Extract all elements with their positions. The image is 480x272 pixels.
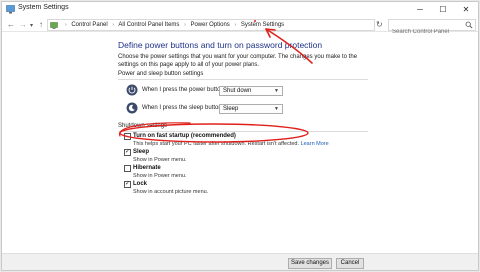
sleep-option-description: Show in Power menu. [133,157,187,163]
sleep-button-icon [126,102,138,114]
control-panel-icon [6,5,15,14]
power-button-value: Shut down [223,88,252,94]
chevron-down-icon: ▼ [274,106,279,112]
breadcrumb-all-items[interactable]: All Control Panel Items [118,22,179,28]
page-title: Define power buttons and turn on passwor… [118,40,323,50]
back-button[interactable]: ← [7,19,15,31]
lock-option-description: Show in account picture menu. [133,189,209,195]
system-settings-window: System Settings ─ ☐ ✕ ← → ▾ ↑ › Control … [1,1,479,271]
maximize-button[interactable]: ☐ [431,2,455,18]
sleep-checkbox[interactable]: ✓ [124,149,131,156]
checkmark-icon: ✓ [125,181,131,187]
section-divider [118,131,368,132]
chevron-down-icon: ▼ [274,88,279,94]
power-section-label: Power and sleep button settings [118,71,204,77]
power-button-label: When I press the power button: [142,87,226,93]
save-changes-button[interactable]: Save changes [288,258,332,269]
window-title: System Settings [18,4,69,11]
fast-startup-description-text: This helps start your PC faster after sh… [133,141,300,147]
section-divider [118,79,368,80]
up-button[interactable]: ↑ [39,19,43,31]
power-button-select[interactable]: Shut down ▼ [219,86,283,96]
hibernate-option-label[interactable]: Hibernate [133,165,161,171]
shutdown-section-label: Shutdown settings [118,123,168,129]
breadcrumb-system-settings[interactable]: System Settings [241,22,284,28]
control-panel-icon [50,22,58,29]
search-icon[interactable] [465,21,473,29]
breadcrumb-power-options[interactable]: Power Options [190,22,229,28]
main-content: Define power buttons and turn on passwor… [2,33,478,253]
breadcrumb: › Control Panel › All Control Panel Item… [62,21,284,30]
footer-bar: Save changes Cancel [2,253,478,270]
fast-startup-label[interactable]: Turn on fast startup (recommended) [133,133,236,139]
cancel-button[interactable]: Cancel [336,258,364,269]
minimize-button[interactable]: ─ [408,2,432,18]
forward-button[interactable]: → [19,19,27,31]
hibernate-option-description: Show in Power menu. [133,173,187,179]
sleep-option-label[interactable]: Sleep [133,149,149,155]
breadcrumb-separator: › [65,22,67,28]
search-box [388,19,476,37]
recent-locations-button[interactable]: ▾ [30,20,33,32]
checkmark-icon: ✓ [125,149,131,155]
lock-checkbox[interactable]: ✓ [124,181,131,188]
sleep-button-value: Sleep [223,106,239,112]
breadcrumb-separator: › [184,22,186,28]
hibernate-checkbox[interactable] [124,165,131,172]
breadcrumb-control-panel[interactable]: Control Panel [71,22,107,28]
address-row: ← → ▾ ↑ › Control Panel › All Control Pa… [2,18,478,37]
title-bar: System Settings ─ ☐ ✕ [2,2,478,18]
breadcrumb-separator: › [234,22,237,28]
address-bar[interactable]: › Control Panel › All Control Panel Item… [47,19,411,31]
breadcrumb-separator: › [112,22,115,28]
sleep-button-label: When I press the sleep button: [142,105,224,111]
fast-startup-description: This helps start your PC faster after sh… [133,141,329,147]
learn-more-link[interactable]: Learn More [301,141,329,147]
page-description: Choose the power settings that you want … [118,54,358,68]
close-button[interactable]: ✕ [454,2,478,18]
refresh-button[interactable]: ↻ [376,19,383,31]
lock-option-label[interactable]: Lock [133,181,147,187]
fast-startup-checkbox[interactable] [124,133,131,140]
power-button-icon [126,84,138,96]
sleep-button-select[interactable]: Sleep ▼ [219,104,283,114]
